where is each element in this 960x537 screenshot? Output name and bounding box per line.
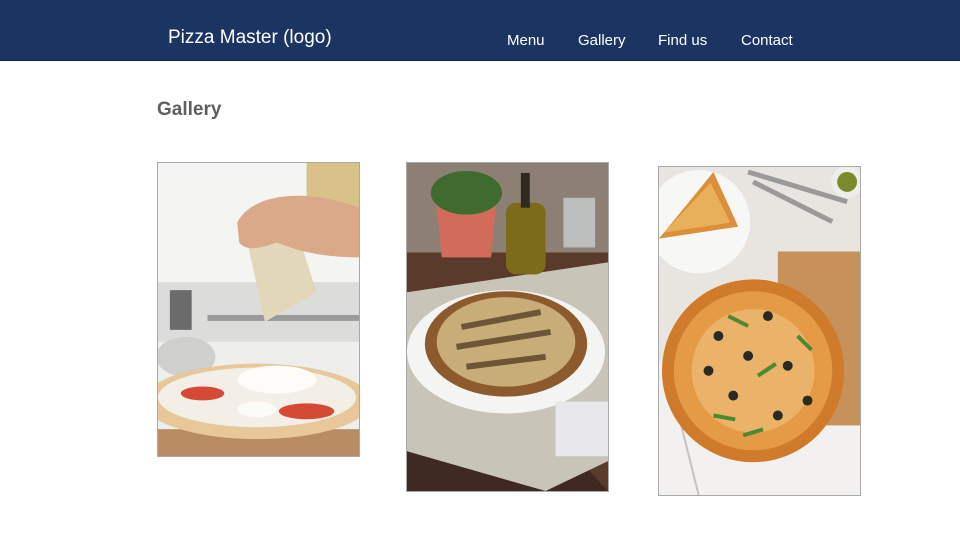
grating-cheese-photo [158, 163, 359, 456]
gallery-photo-pizza-table[interactable] [406, 162, 609, 492]
nav-find-us[interactable]: Find us [658, 32, 707, 50]
site-logo[interactable]: Pizza Master (logo) [168, 27, 332, 49]
olive-pizza-photo [659, 167, 860, 495]
gallery-photo-grating-cheese[interactable] [157, 162, 360, 457]
pizza-table-photo [407, 163, 608, 491]
page-title: Gallery [157, 99, 222, 120]
nav-gallery[interactable]: Gallery [578, 32, 626, 50]
nav-contact[interactable]: Contact [741, 32, 793, 50]
nav-menu[interactable]: Menu [507, 32, 545, 50]
top-navbar: Pizza Master (logo) Menu Gallery Find us… [0, 0, 960, 61]
gallery-photo-olive-pizza[interactable] [658, 166, 861, 496]
